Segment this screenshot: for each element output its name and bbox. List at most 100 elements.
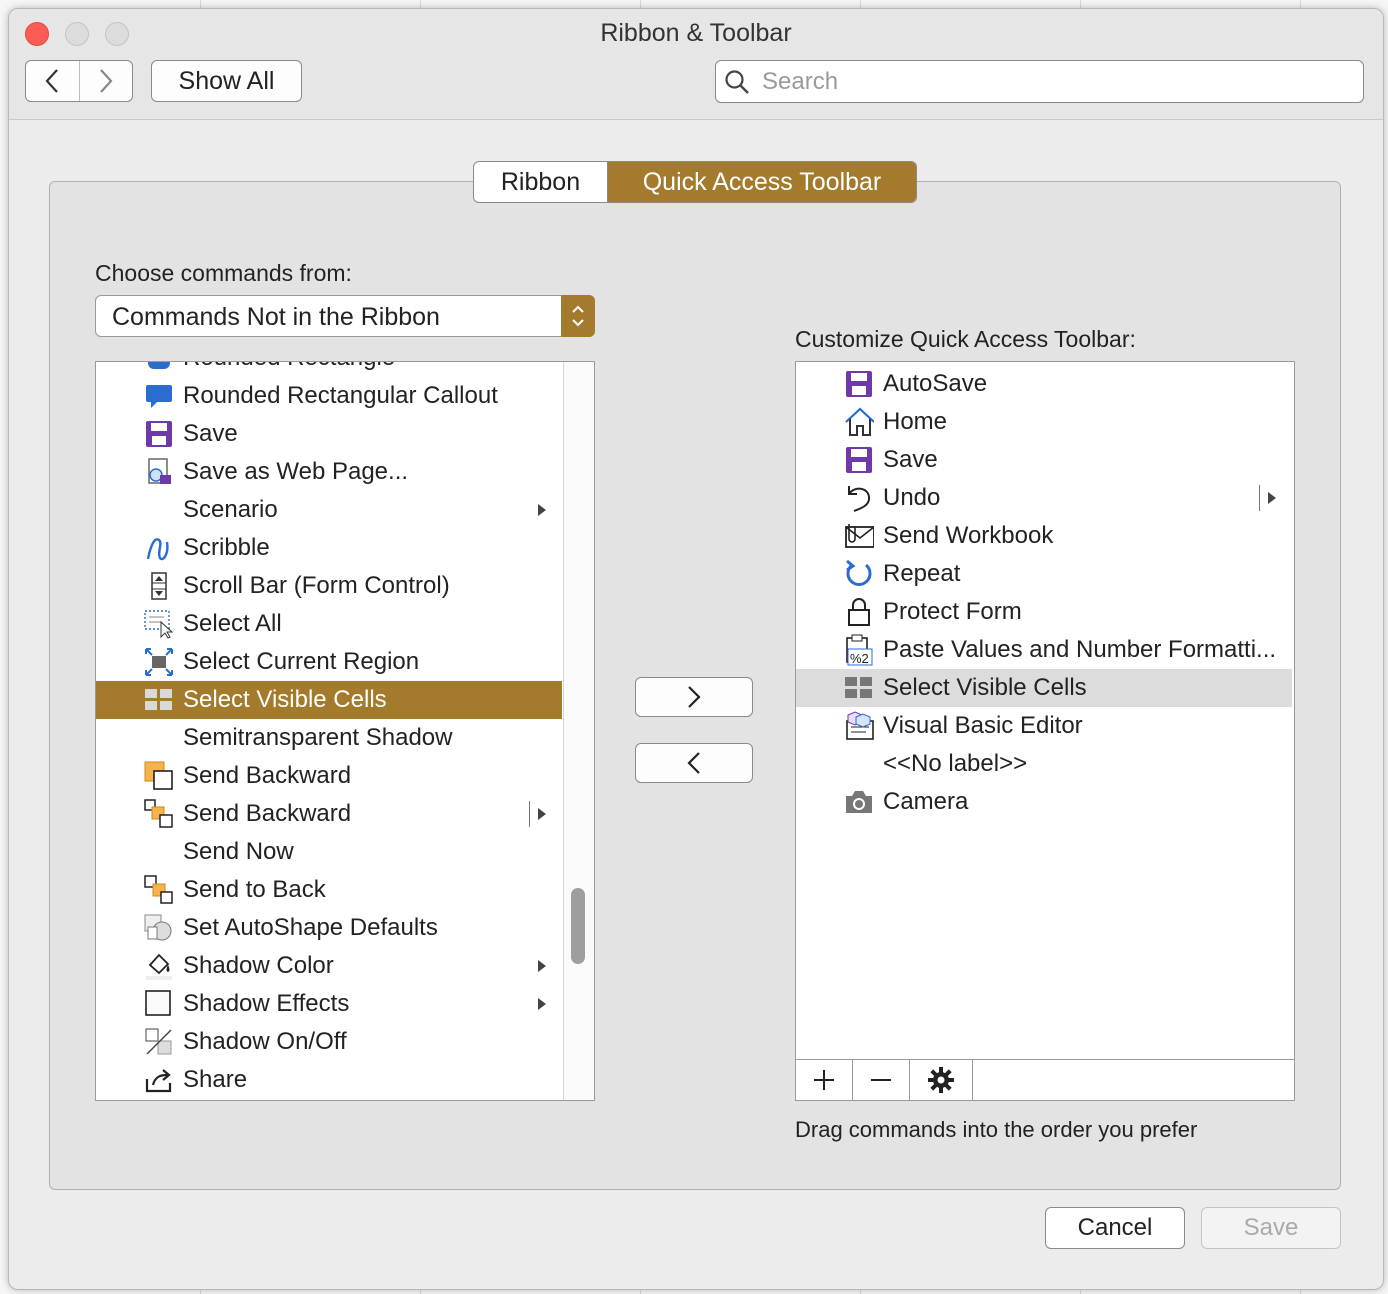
select-all-icon xyxy=(144,609,174,639)
add-command-button[interactable] xyxy=(635,677,753,717)
list-item[interactable]: Shadow Effects xyxy=(96,985,562,1023)
vb-editor-icon xyxy=(844,711,874,741)
send-to-back-icon xyxy=(144,875,174,905)
search-icon xyxy=(725,69,749,94)
commands-source-dropdown[interactable]: Commands Not in the Ribbon xyxy=(95,295,595,337)
list-item[interactable]: Shadow On/Off xyxy=(96,1023,562,1061)
list-item[interactable]: Semitransparent Shadow xyxy=(96,719,562,757)
list-item[interactable]: Send Now xyxy=(96,833,562,871)
preferences-window: Ribbon & Toolbar Show All Ribbon Quick A… xyxy=(8,8,1384,1290)
repeat-icon xyxy=(844,559,874,589)
list-item[interactable]: Save as Web Page... xyxy=(96,453,562,491)
shadow-effects-icon xyxy=(144,989,174,1019)
remove-command-button[interactable] xyxy=(635,743,753,783)
list-item[interactable]: Repeat xyxy=(796,555,1292,593)
list-item[interactable]: Camera xyxy=(796,783,1292,821)
list-tools-bar xyxy=(796,1059,1294,1100)
list-item[interactable]: %2 Paste Values and Number Formatti... xyxy=(796,631,1292,669)
shadow-color-icon xyxy=(144,951,174,981)
undo-icon xyxy=(844,483,874,513)
list-item[interactable]: Rounded Rectangular Callout xyxy=(96,377,562,415)
list-item-highlighted[interactable]: Select Visible Cells xyxy=(796,669,1292,707)
list-item[interactable]: Save xyxy=(796,441,1292,479)
list-item[interactable]: Send Workbook xyxy=(796,517,1292,555)
tab-quick-access-toolbar[interactable]: Quick Access Toolbar xyxy=(608,162,916,202)
chevron-left-icon xyxy=(45,69,59,93)
submenu-arrow-icon[interactable] xyxy=(1268,492,1276,504)
autosave-icon xyxy=(844,369,874,399)
cancel-button[interactable]: Cancel xyxy=(1045,1207,1185,1249)
list-item[interactable]: Select All xyxy=(96,605,562,643)
lock-icon xyxy=(844,597,874,627)
tab-switcher: Ribbon Quick Access Toolbar xyxy=(473,161,917,203)
shadow-toggle-icon xyxy=(144,1027,174,1057)
back-button[interactable] xyxy=(26,61,79,101)
available-commands-list[interactable]: Rounded Rectangle Rounded Rectangular Ca… xyxy=(95,361,595,1101)
list-item[interactable]: AutoSave xyxy=(796,365,1292,403)
camera-icon xyxy=(844,787,874,817)
remove-button[interactable] xyxy=(853,1060,910,1100)
scroll-bar-icon xyxy=(144,571,174,601)
send-workbook-icon xyxy=(844,521,874,551)
list-item[interactable]: Set AutoShape Defaults xyxy=(96,909,562,947)
home-icon xyxy=(844,407,874,437)
submenu-arrow-icon xyxy=(538,998,546,1010)
list-item[interactable]: Scroll Bar (Form Control) xyxy=(96,567,562,605)
paste-values-icon: %2 xyxy=(844,634,874,666)
scribble-icon xyxy=(144,533,174,563)
web-page-icon xyxy=(144,457,174,487)
list-item[interactable]: Share xyxy=(96,1061,562,1099)
list-item[interactable]: Save xyxy=(96,415,562,453)
send-backward-split-icon xyxy=(144,799,174,829)
select-region-icon xyxy=(144,647,174,677)
scrollbar-thumb[interactable] xyxy=(571,888,585,964)
callout-icon xyxy=(144,381,174,411)
minus-icon xyxy=(871,1079,891,1081)
options-button[interactable] xyxy=(910,1060,973,1100)
tab-ribbon[interactable]: Ribbon xyxy=(474,162,608,202)
list-item[interactable]: Visual Basic Editor xyxy=(796,707,1292,745)
nav-back-forward xyxy=(25,60,133,102)
forward-button[interactable] xyxy=(78,61,133,101)
save-icon xyxy=(144,419,174,449)
submenu-arrow-icon xyxy=(538,504,546,516)
rounded-rectangle-icon xyxy=(144,362,174,373)
vertical-scrollbar[interactable] xyxy=(563,362,594,1100)
list-item[interactable]: Shadow Color xyxy=(96,947,562,985)
share-icon xyxy=(144,1065,174,1095)
save-icon xyxy=(844,445,874,475)
search-input[interactable] xyxy=(760,66,1324,97)
window-title: Ribbon & Toolbar xyxy=(600,19,792,47)
list-item[interactable]: Send to Back xyxy=(96,871,562,909)
autoshape-defaults-icon xyxy=(144,913,174,943)
list-item-selected[interactable]: Select Visible Cells xyxy=(96,681,562,719)
list-item[interactable]: Rounded Rectangle xyxy=(96,362,562,377)
drag-hint: Drag commands into the order you prefer xyxy=(795,1117,1198,1142)
chevron-right-icon xyxy=(99,69,113,93)
list-item[interactable]: Undo xyxy=(796,479,1292,517)
save-button[interactable]: Save xyxy=(1201,1207,1341,1249)
list-item[interactable]: Send Backward xyxy=(96,795,562,833)
send-backward-icon xyxy=(144,761,174,791)
svg-text:%2: %2 xyxy=(850,651,869,666)
visible-cells-icon xyxy=(844,673,874,703)
dropdown-arrows-icon xyxy=(561,295,595,337)
list-item[interactable]: <<No label>> xyxy=(796,745,1292,783)
dropdown-value: Commands Not in the Ribbon xyxy=(112,303,440,331)
list-item[interactable]: Scenario xyxy=(96,491,562,529)
list-item[interactable]: Select Current Region xyxy=(96,643,562,681)
search-field[interactable] xyxy=(715,60,1364,103)
title-bar: Ribbon & Toolbar Show All xyxy=(9,9,1383,120)
chevron-right-icon xyxy=(688,686,701,708)
list-item[interactable]: Home xyxy=(796,403,1292,441)
show-all-button[interactable]: Show All xyxy=(151,60,302,102)
chevron-left-icon xyxy=(687,752,700,774)
list-item[interactable]: Scribble xyxy=(96,529,562,567)
toolbar-commands-list[interactable]: AutoSave Home Save Undo Send Workbook Re… xyxy=(795,361,1295,1101)
list-item[interactable]: Send Backward xyxy=(96,757,562,795)
gear-icon xyxy=(928,1067,954,1093)
list-item[interactable]: Protect Form xyxy=(796,593,1292,631)
add-button[interactable] xyxy=(796,1060,853,1100)
choose-commands-label: Choose commands from: xyxy=(95,260,352,286)
submenu-arrow-icon[interactable] xyxy=(538,808,546,820)
